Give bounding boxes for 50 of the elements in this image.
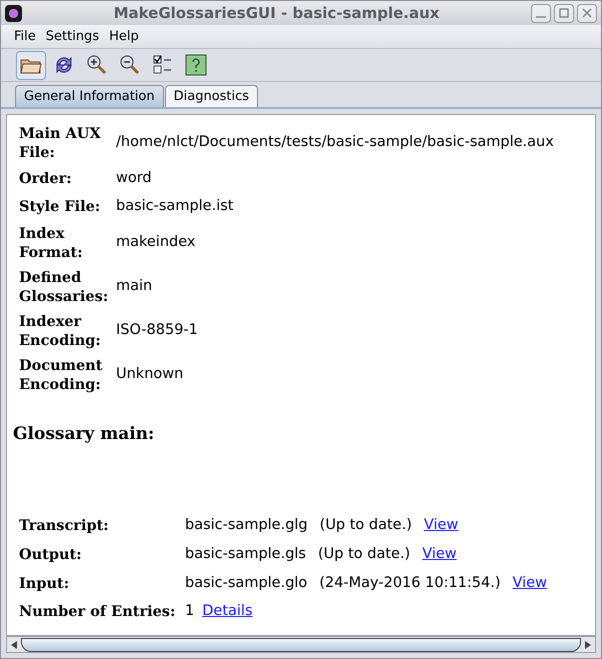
view-link[interactable]: View bbox=[512, 572, 547, 594]
file-status: (Up to date.) bbox=[320, 516, 412, 535]
field-value: Unknown bbox=[116, 364, 184, 384]
field-label: Defined Glossaries: bbox=[19, 268, 110, 306]
file-status: (Up to date.) bbox=[318, 544, 410, 564]
field-value: main bbox=[116, 276, 154, 296]
scrollbar-thumb[interactable] bbox=[21, 638, 581, 652]
field-label: Main AUX File: bbox=[19, 124, 102, 162]
details-link[interactable]: Details bbox=[202, 601, 253, 623]
glossary-heading: Glossary main: bbox=[13, 422, 156, 446]
app-logo-icon bbox=[5, 4, 22, 22]
field-label: Indexer Encoding: bbox=[19, 312, 102, 350]
checklist-icon bbox=[152, 54, 174, 76]
view-link[interactable]: View bbox=[422, 544, 457, 566]
minimize-icon bbox=[536, 16, 546, 18]
menu-item[interactable]: File bbox=[14, 26, 36, 46]
field-value: basic-sample.ist bbox=[116, 196, 234, 216]
tab[interactable]: Diagnostics bbox=[164, 85, 258, 107]
maximize-button[interactable] bbox=[554, 4, 574, 22]
field-label: Style File: bbox=[19, 197, 102, 216]
menu-item[interactable]: Settings bbox=[46, 26, 100, 46]
field-label: Order: bbox=[19, 169, 73, 188]
horizontal-scrollbar[interactable] bbox=[6, 636, 596, 653]
zoom-out-icon bbox=[119, 54, 141, 76]
field-value: /home/nlct/Documents/tests/basic-sample/basic-sample.aux bbox=[116, 133, 555, 152]
field-label: Output: bbox=[19, 544, 83, 565]
close-icon bbox=[582, 8, 592, 18]
field-label: Index Format: bbox=[19, 224, 84, 262]
minimize-button[interactable] bbox=[531, 4, 551, 22]
file-name: basic-sample.gls bbox=[185, 544, 306, 564]
close-button[interactable] bbox=[577, 4, 597, 22]
toolbar-button[interactable] bbox=[16, 50, 46, 80]
field-value: word bbox=[116, 169, 153, 188]
field-label: Number of Entries: bbox=[19, 602, 176, 622]
file-status: (24-May-2016 10:11:54.) bbox=[319, 574, 501, 592]
field-label: Input: bbox=[19, 574, 70, 594]
field-value: makeindex bbox=[116, 232, 196, 252]
field-value: ISO-8859-1 bbox=[116, 320, 199, 340]
view-link[interactable]: View bbox=[424, 515, 458, 537]
window-title: MakeGlossariesGUI - basic-sample.aux bbox=[112, 2, 440, 24]
entry-count: 1 bbox=[185, 602, 194, 622]
menu-item[interactable]: Help bbox=[109, 26, 139, 46]
file-name: basic-sample.glg bbox=[185, 516, 308, 535]
help-icon bbox=[185, 54, 207, 76]
field-label: Transcript: bbox=[19, 516, 110, 536]
zoom-in-icon bbox=[86, 54, 108, 76]
field-label: Document Encoding: bbox=[19, 356, 104, 394]
tab[interactable]: General Information bbox=[15, 85, 164, 107]
maximize-icon bbox=[559, 8, 569, 18]
file-name: basic-sample.glo bbox=[185, 574, 308, 592]
